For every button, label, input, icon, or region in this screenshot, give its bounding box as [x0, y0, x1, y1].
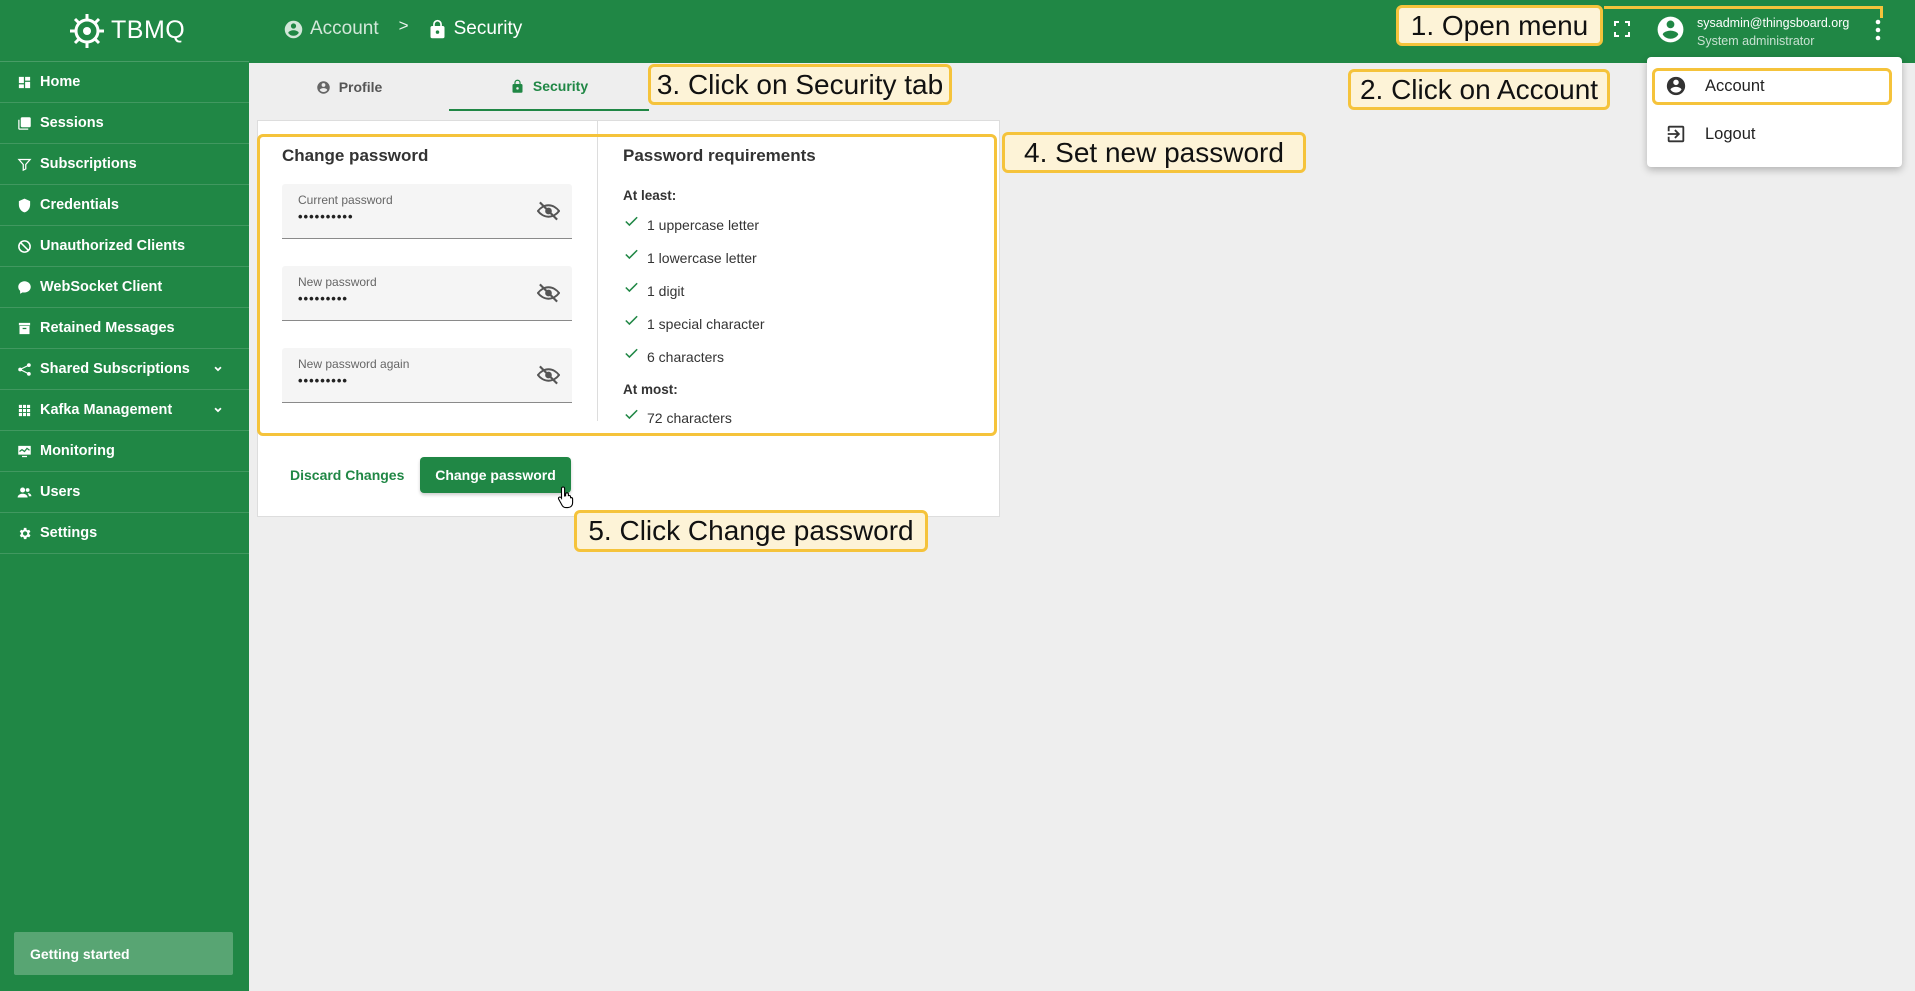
sidebar-item-label: Monitoring	[40, 443, 115, 459]
sidebar-item-label: Users	[40, 484, 81, 500]
step-4-callout: 4. Set new password	[1002, 132, 1306, 173]
lock-icon	[430, 19, 445, 38]
sidebar-item-label: WebSocket Client	[40, 279, 163, 295]
sidebar-item-sessions[interactable]: Sessions	[0, 103, 249, 144]
sidebar-item-label: Kafka Management	[40, 402, 173, 418]
sidebar: TBMQ Home Sessions Subscriptions Credent…	[0, 0, 249, 991]
chevron-down-icon[interactable]	[211, 362, 225, 376]
chevron-down-icon[interactable]	[211, 403, 225, 417]
shield-icon	[18, 198, 31, 212]
no-access-icon	[18, 239, 31, 253]
sidebar-item-kafka-management[interactable]: Kafka Management	[0, 390, 249, 431]
monitor-icon	[18, 445, 31, 457]
sidebar-item-home[interactable]: Home	[0, 62, 249, 103]
sidebar-item-label: Shared Subscriptions	[40, 361, 190, 377]
logout-icon	[1667, 125, 1685, 143]
discard-changes-button[interactable]: Discard Changes	[280, 457, 414, 493]
sidebar-item-subscriptions[interactable]: Subscriptions	[0, 144, 249, 185]
sidebar-item-label: Settings	[40, 525, 98, 541]
tab-label: Security	[532, 78, 589, 94]
sidebar-item-label: Retained Messages	[40, 320, 175, 336]
hand-cursor-icon	[557, 486, 574, 509]
breadcrumb: Account > Security	[283, 16, 523, 40]
account-circle-icon	[316, 80, 330, 94]
share-icon	[18, 362, 31, 376]
sidebar-item-shared-subscriptions[interactable]: Shared Subscriptions	[0, 349, 249, 390]
gear-icon	[19, 527, 31, 539]
menu-annotation-line	[1604, 6, 1882, 9]
breadcrumb-label: Security	[453, 18, 523, 39]
breadcrumb-item-account[interactable]: Account	[283, 18, 379, 40]
people-icon	[17, 487, 32, 497]
step-3-callout: 3. Click on Security tab	[648, 64, 952, 105]
tab-profile[interactable]: Profile	[249, 63, 449, 111]
filter-icon	[17, 158, 32, 171]
fullscreen-icon[interactable]	[1614, 21, 1630, 37]
sidebar-item-label: Subscriptions	[40, 156, 137, 172]
breadcrumb-label: Account	[310, 18, 379, 39]
step-5-callout: 5. Click Change password	[574, 510, 928, 552]
more-vert-icon[interactable]	[1874, 18, 1882, 42]
dashboard-icon	[18, 76, 31, 88]
app-logo[interactable]: TBMQ	[0, 0, 249, 62]
user-avatar-icon[interactable]	[1655, 14, 1686, 45]
user-info[interactable]: sysadmin@thingsboard.org System administ…	[1697, 14, 1849, 50]
menu-item-logout[interactable]: Logout	[1647, 114, 1902, 154]
getting-started-button[interactable]: Getting started	[14, 932, 233, 975]
sidebar-item-label: Credentials	[40, 197, 119, 213]
top-bar: Account > Security sysadmin@thingsboard.…	[249, 0, 1915, 63]
tab-security[interactable]: Security	[449, 63, 649, 111]
sidebar-item-credentials[interactable]: Credentials	[0, 185, 249, 226]
sidebar-item-unauthorized-clients[interactable]: Unauthorized Clients	[0, 226, 249, 267]
account-highlight	[1652, 68, 1892, 105]
change-password-button[interactable]: Change password	[420, 457, 571, 493]
breadcrumb-separator: >	[398, 16, 409, 35]
user-email: sysadmin@thingsboard.org	[1697, 16, 1850, 30]
menu-item-label: Logout	[1705, 124, 1756, 143]
account-tabs: Profile Security	[249, 63, 649, 111]
sidebar-item-retained-messages[interactable]: Retained Messages	[0, 308, 249, 349]
archive-icon	[18, 322, 31, 334]
sidebar-item-websocket-client[interactable]: WebSocket Client	[0, 267, 249, 308]
sessions-icon	[18, 116, 31, 130]
sidebar-item-label: Sessions	[40, 115, 104, 131]
user-role: System administrator	[1697, 34, 1815, 48]
password-section-highlight	[257, 134, 997, 436]
sidebar-item-label: Unauthorized Clients	[40, 238, 186, 254]
tab-label: Profile	[338, 79, 383, 95]
sidebar-item-users[interactable]: Users	[0, 472, 249, 513]
menu-annotation-line	[1880, 6, 1883, 18]
sidebar-item-settings[interactable]: Settings	[0, 513, 249, 554]
app-name: TBMQ	[111, 16, 186, 44]
account-circle-icon	[284, 20, 303, 38]
step-2-callout: 2. Click on Account	[1348, 69, 1610, 110]
tbmq-logo-icon	[70, 14, 104, 48]
grid-icon	[18, 404, 31, 416]
sidebar-item-monitoring[interactable]: Monitoring	[0, 431, 249, 472]
sidebar-item-label: Home	[40, 74, 81, 90]
chat-icon	[18, 280, 31, 294]
lock-icon	[512, 79, 523, 93]
breadcrumb-item-security: Security	[427, 18, 523, 40]
step-1-callout: 1. Open menu	[1396, 5, 1603, 46]
